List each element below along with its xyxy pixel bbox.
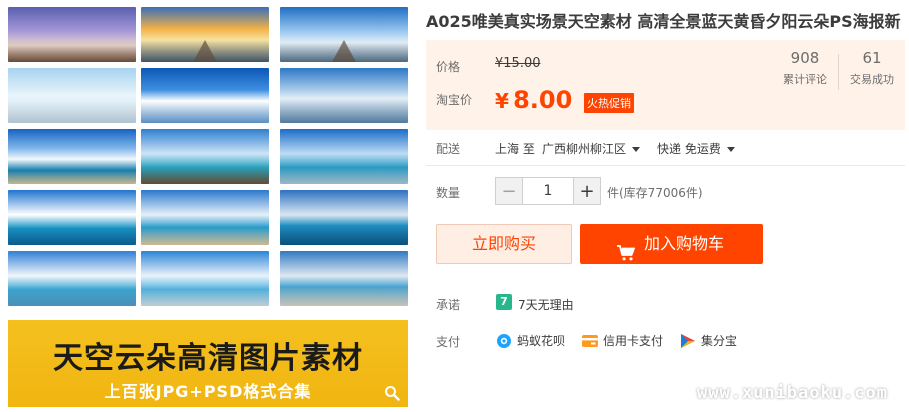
add-to-cart-button[interactable]: 加入购物车 xyxy=(580,224,763,264)
quantity-label: 数量 xyxy=(436,186,461,200)
promo-banner: 天空云朵高清图片素材 上百张JPG+PSD格式合集 xyxy=(8,320,408,407)
sales-count: 61 xyxy=(862,49,882,67)
payment-method-label: 信用卡支付 xyxy=(603,334,664,348)
credit-card-icon xyxy=(582,334,598,347)
stock-text: 件(库存77006件) xyxy=(607,186,703,200)
sky-thumbnail xyxy=(280,7,408,62)
price-value: 8.00 xyxy=(513,86,573,114)
payment-credit-card[interactable]: 信用卡支付 xyxy=(582,332,663,349)
original-price: ¥15.00 xyxy=(495,56,541,71)
seven-day-icon: 7 xyxy=(496,294,512,310)
currency-symbol: ¥ xyxy=(495,89,509,113)
chevron-down-icon xyxy=(632,147,641,152)
sky-thumbnail xyxy=(8,68,136,123)
sales-stat: 61 交易成功 xyxy=(846,49,898,87)
sky-thumbnail xyxy=(141,7,269,62)
destination-dropdown[interactable]: 广西柳州柳江区 xyxy=(542,140,641,157)
payment-method-label: 集分宝 xyxy=(701,334,738,348)
product-title: A025唯美真实场景天空素材 高清全景蓝天黄昏夕阳云朵PS海报新 xyxy=(426,12,901,31)
divider xyxy=(426,165,905,166)
payment-method-label: 蚂蚁花呗 xyxy=(517,334,566,348)
delivery-label: 配送 xyxy=(436,142,461,156)
site-watermark: www.xunibaoku.com xyxy=(697,383,888,403)
sales-label: 交易成功 xyxy=(850,73,894,86)
payment-jifenbao[interactable]: 集分宝 xyxy=(680,332,737,349)
current-price: ¥ 8.00 xyxy=(495,86,572,114)
stat-divider xyxy=(838,54,839,90)
reviews-count: 908 xyxy=(790,49,820,67)
price-panel: 价格 ¥15.00 淘宝价 ¥ 8.00 火热促销 908 累计评论 61 交易… xyxy=(426,40,905,130)
promise-label: 承诺 xyxy=(436,298,461,312)
product-image-gallery[interactable]: 天空云朵高清图片素材 上百张JPG+PSD格式合集 xyxy=(8,7,408,407)
payment-label: 支付 xyxy=(436,335,461,349)
price-label: 价格 xyxy=(436,60,461,74)
destination-text: 广西柳州柳江区 xyxy=(542,142,627,156)
sky-thumbnail xyxy=(8,190,136,245)
sky-thumbnail xyxy=(141,190,269,245)
banner-title: 天空云朵高清图片素材 xyxy=(53,341,363,376)
promo-badge: 火热促销 xyxy=(584,93,634,113)
delivery-row: 配送 上海 至 广西柳州柳江区 快递 免运费 xyxy=(436,140,906,158)
add-to-cart-label: 加入购物车 xyxy=(644,234,725,253)
sky-thumbnail xyxy=(280,190,408,245)
payment-huabei[interactable]: 蚂蚁花呗 xyxy=(496,332,565,349)
sky-thumbnail xyxy=(141,251,269,306)
decrement-button[interactable]: − xyxy=(496,178,522,204)
zoom-icon[interactable] xyxy=(384,385,400,401)
sky-thumbnail xyxy=(141,129,269,184)
shipping-dropdown[interactable]: 快递 免运费 xyxy=(657,140,735,157)
sky-thumbnail xyxy=(8,129,136,184)
sky-thumbnail xyxy=(280,68,408,123)
buy-now-button[interactable]: 立即购买 xyxy=(436,224,572,264)
banner-subtitle: 上百张JPG+PSD格式合集 xyxy=(104,382,312,401)
chevron-down-icon xyxy=(726,147,735,152)
jifenbao-icon xyxy=(681,333,695,348)
sky-thumbnail xyxy=(8,7,136,62)
reviews-stat[interactable]: 908 累计评论 xyxy=(779,49,831,87)
shopping-cart-icon xyxy=(617,236,636,276)
reviews-label: 累计评论 xyxy=(783,73,827,86)
sky-thumbnail xyxy=(280,129,408,184)
return-policy-link[interactable]: 7天无理由 xyxy=(518,296,574,313)
sky-thumbnail xyxy=(141,68,269,123)
increment-button[interactable]: + xyxy=(574,178,600,204)
sky-thumbnail xyxy=(8,251,136,306)
quantity-input[interactable] xyxy=(522,178,574,204)
huabei-icon xyxy=(497,333,511,348)
taobao-price-label: 淘宝价 xyxy=(436,93,473,107)
ship-from: 上海 至 xyxy=(495,142,535,156)
sky-thumbnail xyxy=(280,251,408,306)
shipping-text: 快递 免运费 xyxy=(657,142,721,156)
quantity-stepper: − + xyxy=(495,177,601,205)
